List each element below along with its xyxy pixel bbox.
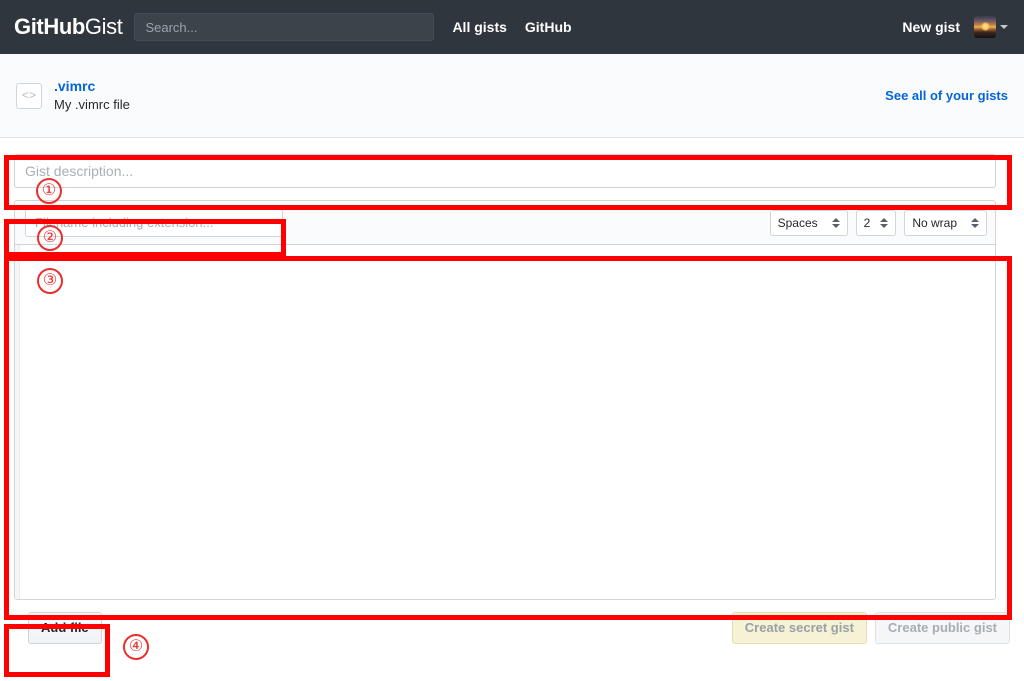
create-buttons-group: Create secret gist Create public gist: [731, 612, 1010, 644]
search-input[interactable]: [134, 13, 435, 41]
chevron-updown-icon: [831, 217, 840, 228]
gist-description-input[interactable]: [14, 154, 996, 188]
chevron-updown-icon: [880, 217, 889, 228]
form-actions-bar: Add file Create secret gist Create publi…: [28, 612, 1010, 644]
gist-editor-form: Spaces 2 No wrap Add file Create secret …: [0, 138, 1024, 644]
nav-link-all-gists[interactable]: All gists: [452, 19, 506, 35]
editor-settings-group: Spaces 2 No wrap: [769, 209, 987, 236]
gist-title-link[interactable]: .vimrc: [54, 77, 130, 96]
description-row: [14, 154, 1010, 188]
indent-mode-value: Spaces: [777, 215, 818, 230]
chevron-down-icon[interactable]: [1000, 25, 1008, 29]
code-editor[interactable]: [15, 245, 995, 599]
user-menu[interactable]: [974, 16, 1008, 38]
indent-size-value: 2: [863, 215, 871, 230]
avatar[interactable]: [974, 16, 996, 38]
nav-link-github[interactable]: GitHub: [525, 19, 572, 35]
indent-size-select[interactable]: 2: [855, 209, 897, 236]
gist-logo[interactable]: GitHubGist: [14, 14, 123, 39]
code-icon: <>: [16, 82, 42, 109]
editor-gutter: [15, 245, 20, 599]
chevron-updown-icon: [971, 217, 979, 228]
file-toolbar: Spaces 2 No wrap: [15, 201, 995, 245]
global-header: GitHubGist All gists GitHub New gist: [0, 0, 1024, 54]
create-secret-gist-button[interactable]: Create secret gist: [731, 612, 867, 644]
file-card: Spaces 2 No wrap: [14, 200, 996, 600]
wrap-mode-select[interactable]: No wrap: [904, 209, 987, 236]
filename-input[interactable]: [25, 208, 283, 237]
gist-meta: .vimrc My .vimrc file: [54, 77, 130, 113]
new-gist-button[interactable]: New gist: [902, 19, 960, 35]
gist-subheader: <> .vimrc My .vimrc file See all of your…: [0, 54, 1024, 138]
see-all-gists-link[interactable]: See all of your gists: [885, 88, 1008, 103]
header-right-group: New gist: [902, 16, 1008, 38]
indent-mode-select[interactable]: Spaces: [769, 209, 848, 236]
header-nav: All gists GitHub: [452, 19, 571, 35]
create-public-gist-button[interactable]: Create public gist: [874, 612, 1010, 644]
add-file-button[interactable]: Add file: [28, 612, 102, 644]
logo-gist-text: Gist: [84, 14, 123, 39]
gist-description-text: My .vimrc file: [54, 97, 130, 113]
wrap-mode-value: No wrap: [912, 215, 957, 230]
logo-github-text: GitHub: [14, 14, 85, 39]
